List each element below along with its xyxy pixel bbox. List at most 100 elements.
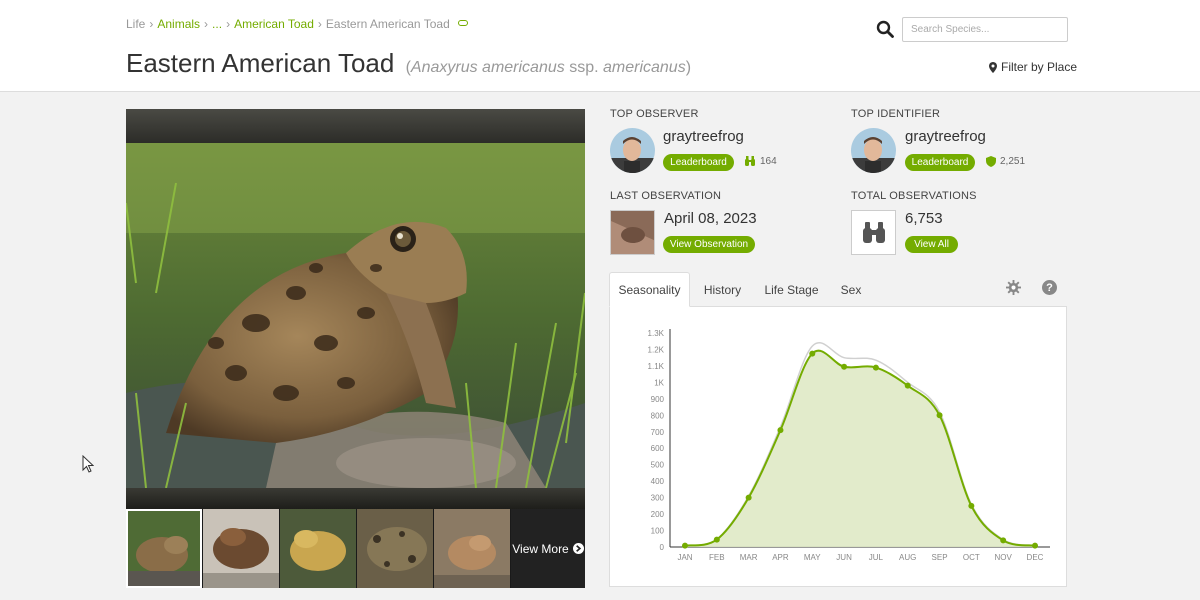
top-observer-username[interactable]: graytreefrog [663, 128, 744, 145]
x-tick-label: OCT [963, 553, 980, 562]
x-tick-label: MAR [740, 553, 758, 562]
top-identifier-username[interactable]: graytreefrog [905, 128, 986, 145]
rank-label: ssp. [569, 59, 599, 76]
photo-top-bar [126, 109, 585, 143]
y-tick-label: 1.2K [648, 345, 665, 354]
search-species-input[interactable] [902, 17, 1068, 42]
common-name: Eastern American Toad [126, 48, 395, 78]
last-observation-date: April 08, 2023 [664, 210, 757, 227]
x-tick-label: APR [772, 553, 789, 562]
binoculars-icon [745, 156, 755, 166]
y-tick-label: 1.1K [648, 362, 665, 371]
data-point [713, 536, 720, 543]
photo-thumbnails: View More [126, 509, 585, 588]
photo-thumbnail[interactable] [357, 509, 433, 588]
y-tick-label: 200 [651, 510, 665, 519]
top-observer-leaderboard-button[interactable]: Leaderboard [663, 154, 734, 171]
x-tick-label: AUG [899, 553, 916, 562]
data-point [1000, 537, 1007, 544]
view-all-button[interactable]: View All [905, 236, 958, 253]
tab-seasonality[interactable]: Seasonality [609, 272, 690, 307]
tab-history[interactable]: History [694, 272, 751, 307]
y-tick-label: 700 [651, 428, 665, 437]
filter-by-place-button[interactable]: Filter by Place [989, 60, 1077, 74]
photo-bottom-bar [126, 488, 585, 509]
data-point [777, 427, 784, 434]
y-tick-label: 1K [654, 378, 664, 387]
seasonality-chart: 0 100 200 300 400 500 600 700 800 900 1K 1.1K 1.2K 1.… [609, 306, 1067, 587]
data-point [904, 382, 911, 389]
link-icon[interactable] [457, 20, 468, 26]
series-area-fill [685, 350, 1035, 547]
filter-by-place-label: Filter by Place [1001, 60, 1078, 74]
total-observations-count: 6,753 [905, 210, 943, 227]
data-point [841, 363, 848, 370]
help-icon[interactable]: ? [1042, 280, 1057, 295]
view-more-button[interactable]: View More [511, 509, 585, 588]
top-observer-count-value: 164 [760, 156, 777, 167]
top-identifier-avatar[interactable] [851, 128, 896, 173]
last-observation-thumbnail[interactable] [610, 210, 655, 255]
y-tick-label: 900 [651, 395, 665, 404]
shield-icon [986, 156, 996, 167]
breadcrumb-current: Eastern American Toad [325, 17, 450, 31]
y-tick-label: 1.3K [648, 329, 665, 338]
x-tick-label: SEP [932, 553, 948, 562]
photo-thumbnail[interactable] [203, 509, 279, 588]
top-identifier-leaderboard-button[interactable]: Leaderboard [905, 154, 975, 171]
toad-photo-image [126, 143, 585, 488]
photo-thumbnail[interactable] [126, 509, 202, 588]
top-identifier-count: 2,251 [986, 156, 1025, 167]
page-header: Life › Animals ›... › American Toad › Eastern A… [0, 0, 1200, 92]
data-point [682, 542, 688, 549]
breadcrumb-item-american-toad[interactable]: American Toad [234, 17, 314, 31]
x-tick-label: NOV [995, 553, 1013, 562]
breadcrumb-item-life[interactable]: Life [126, 17, 145, 31]
photo-thumbnail[interactable] [280, 509, 356, 588]
binoculars-icon [862, 221, 885, 243]
x-tick-label: MAY [804, 553, 821, 562]
breadcrumb-item-animals[interactable]: Animals [157, 17, 200, 31]
tab-sex[interactable]: Sex [835, 272, 867, 307]
seasonality-chart-svg: 0 100 200 300 400 500 600 700 800 900 1K 1.1K 1.2K 1.… [648, 329, 1050, 562]
top-observer-avatar[interactable] [610, 128, 655, 173]
y-tick-label: 500 [651, 461, 665, 470]
view-observation-button[interactable]: View Observation [663, 236, 755, 253]
breadcrumb: Life › Animals ›... › American Toad › Eastern A… [126, 17, 468, 31]
breadcrumb-separator: › [317, 17, 322, 31]
photo-gallery: View More [126, 109, 585, 588]
data-point [745, 494, 752, 501]
tab-life-stage[interactable]: Life Stage [759, 272, 824, 307]
breadcrumb-separator: › [226, 17, 231, 31]
breadcrumb-separator: › [204, 17, 209, 31]
total-observations-icon-box [851, 210, 896, 255]
gear-icon[interactable] [1006, 280, 1021, 295]
last-observation-heading: LAST OBSERVATION [610, 190, 722, 202]
page-title: Eastern American Toad (Anaxyrus american… [126, 48, 691, 79]
scientific-binomial: Anaxyrus americanus [410, 59, 565, 76]
top-identifier-count-value: 2,251 [1000, 156, 1026, 167]
top-observer-heading: TOP OBSERVER [610, 108, 699, 120]
search-icon[interactable] [876, 20, 894, 38]
y-tick-label: 600 [651, 444, 665, 453]
data-point [968, 502, 975, 509]
scientific-name: (Anaxyrus americanus ssp. americanus) [406, 59, 691, 76]
chart-tabs: Seasonality History Life Stage Sex [609, 272, 1067, 307]
y-tick-label: 0 [660, 543, 665, 552]
photo-thumbnail[interactable] [434, 509, 510, 588]
arrow-circle-right-icon [572, 543, 584, 554]
x-tick-label: JUN [836, 553, 852, 562]
cursor-icon [82, 455, 94, 473]
main-photo[interactable] [126, 143, 585, 488]
map-pin-icon [989, 61, 997, 73]
total-observations-heading: TOTAL OBSERVATIONS [851, 190, 977, 202]
data-point [936, 412, 943, 419]
breadcrumb-separator: › [149, 17, 154, 31]
x-tick-label: FEB [709, 553, 725, 562]
data-point [872, 364, 879, 371]
top-observer-count: 164 [744, 156, 777, 167]
x-tick-label: JUL [869, 553, 884, 562]
y-tick-label: 300 [651, 494, 665, 503]
breadcrumb-item-ellipsis[interactable]: ... [212, 17, 222, 31]
paren-close: ) [685, 59, 692, 76]
